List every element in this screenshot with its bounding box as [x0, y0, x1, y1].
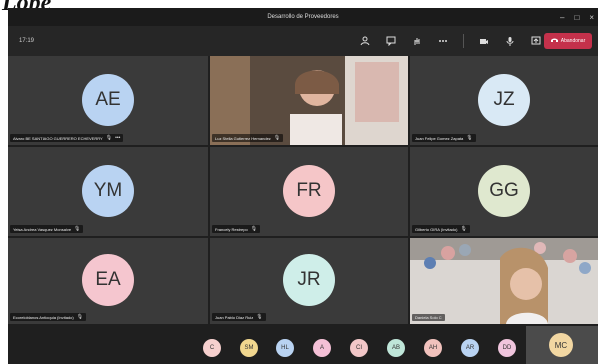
small-participant-avatar[interactable]: AB: [387, 339, 405, 357]
small-participant-avatar[interactable]: HL: [276, 339, 294, 357]
chat-icon[interactable]: [385, 35, 397, 47]
participant-avatar: GG: [478, 165, 530, 217]
phone-hangup-icon: [550, 38, 558, 44]
mic-muted-icon: 🎙: [466, 135, 473, 141]
video-frame: [410, 238, 598, 324]
minimize-icon[interactable]: –: [560, 13, 564, 22]
small-participant-avatar[interactable]: CI: [350, 339, 368, 357]
participant-name: Juan Felipe Gomez Zapata 🎙: [412, 134, 476, 142]
participant-name: Yeisa Andrea Vasquez Monsalve 🎙: [10, 225, 84, 233]
participant-tile[interactable]: JZ Juan Felipe Gomez Zapata 🎙: [410, 56, 598, 145]
participant-avatar: JR: [283, 254, 335, 306]
small-participant-avatar[interactable]: A: [313, 339, 331, 357]
leave-button[interactable]: Abandonar: [544, 33, 592, 49]
maximize-icon[interactable]: □: [574, 13, 579, 22]
participant-name: Daniela Solo C: [412, 314, 445, 321]
participant-avatar: EA: [82, 254, 134, 306]
participant-name: Ecoreloblanos Antioquia (Invitado) 🎙: [10, 313, 87, 321]
meeting-toolbar: 17:19 Abandonar: [8, 26, 598, 56]
participant-avatar: AE: [82, 74, 134, 126]
participant-tile[interactable]: FR Francely Restrepo 🎙: [210, 147, 408, 236]
camera-icon[interactable]: [478, 35, 490, 47]
window-title: Desarrollo de Proveedores: [267, 14, 339, 20]
small-participant-avatar[interactable]: SM: [240, 339, 258, 357]
window-controls: – □ ×: [560, 8, 594, 26]
participant-tile[interactable]: GG Gilberto GIRA (Invitado) 🎙: [410, 147, 598, 236]
participant-tile[interactable]: EA Ecoreloblanos Antioquia (Invitado) 🎙: [8, 238, 208, 324]
toolbar-separator: [463, 34, 464, 48]
small-participant-avatar[interactable]: C: [203, 339, 221, 357]
mic-muted-icon: 🎙: [273, 135, 281, 141]
mic-muted-icon: 🎙: [74, 226, 81, 232]
participant-tile[interactable]: AE Alvaro BE SANTIAGO GUERRERO ECHEVERRY…: [8, 56, 208, 145]
mic-muted-icon: 🎙: [250, 226, 258, 232]
self-avatar: MC: [549, 333, 573, 357]
people-icon[interactable]: [359, 35, 371, 47]
participant-name: Luz Stella Gutierrez Hernandez 🎙: [212, 134, 284, 142]
share-icon[interactable]: [530, 35, 542, 47]
participant-video-tile[interactable]: Luz Stella Gutierrez Hernandez 🎙: [210, 56, 408, 145]
participant-name: Juan Pablo Diaz Ruiz 🎙: [212, 313, 266, 321]
more-options-icon: •••: [115, 135, 121, 141]
participant-video-tile[interactable]: Daniela Solo C: [410, 238, 598, 324]
mic-muted-icon: 🎙: [105, 135, 113, 141]
participant-name: Francely Restrepo 🎙: [212, 225, 261, 233]
mic-muted-icon: 🎙: [76, 314, 84, 320]
meeting-controls: [359, 32, 542, 50]
video-frame: [210, 56, 408, 145]
leave-label: Abandonar: [560, 38, 586, 44]
mic-muted-icon: 🎙: [460, 226, 467, 232]
teams-window: Desarrollo de Proveedores – □ × 17:19 Ab…: [8, 8, 598, 364]
raise-hand-icon[interactable]: [411, 35, 423, 47]
small-participant-avatar[interactable]: AH: [424, 339, 442, 357]
self-view-tile[interactable]: MC: [526, 326, 598, 364]
participant-avatar: FR: [283, 165, 335, 217]
participant-tile[interactable]: YM Yeisa Andrea Vasquez Monsalve 🎙: [8, 147, 208, 236]
window-titlebar: Desarrollo de Proveedores – □ ×: [8, 8, 598, 26]
participant-name: Gilberto GIRA (Invitado) 🎙: [412, 225, 470, 233]
participant-tile[interactable]: JR Juan Pablo Diaz Ruiz 🎙: [210, 238, 408, 324]
participant-avatar: YM: [82, 165, 134, 217]
participant-avatar: JZ: [478, 74, 530, 126]
small-participant-avatar[interactable]: AR: [461, 339, 479, 357]
mic-muted-icon: 🎙: [256, 314, 263, 320]
more-options-icon[interactable]: [437, 35, 449, 47]
participant-tray: C SM HL A CI AB AH AR DD: [8, 326, 598, 364]
meeting-timer: 17:19: [19, 38, 35, 44]
participant-name: Alvaro BE SANTIAGO GUERRERO ECHEVERRY 🎙 ••…: [10, 134, 124, 142]
microphone-icon[interactable]: [504, 35, 516, 47]
small-participant-avatar[interactable]: DD: [498, 339, 516, 357]
close-icon[interactable]: ×: [589, 13, 594, 22]
